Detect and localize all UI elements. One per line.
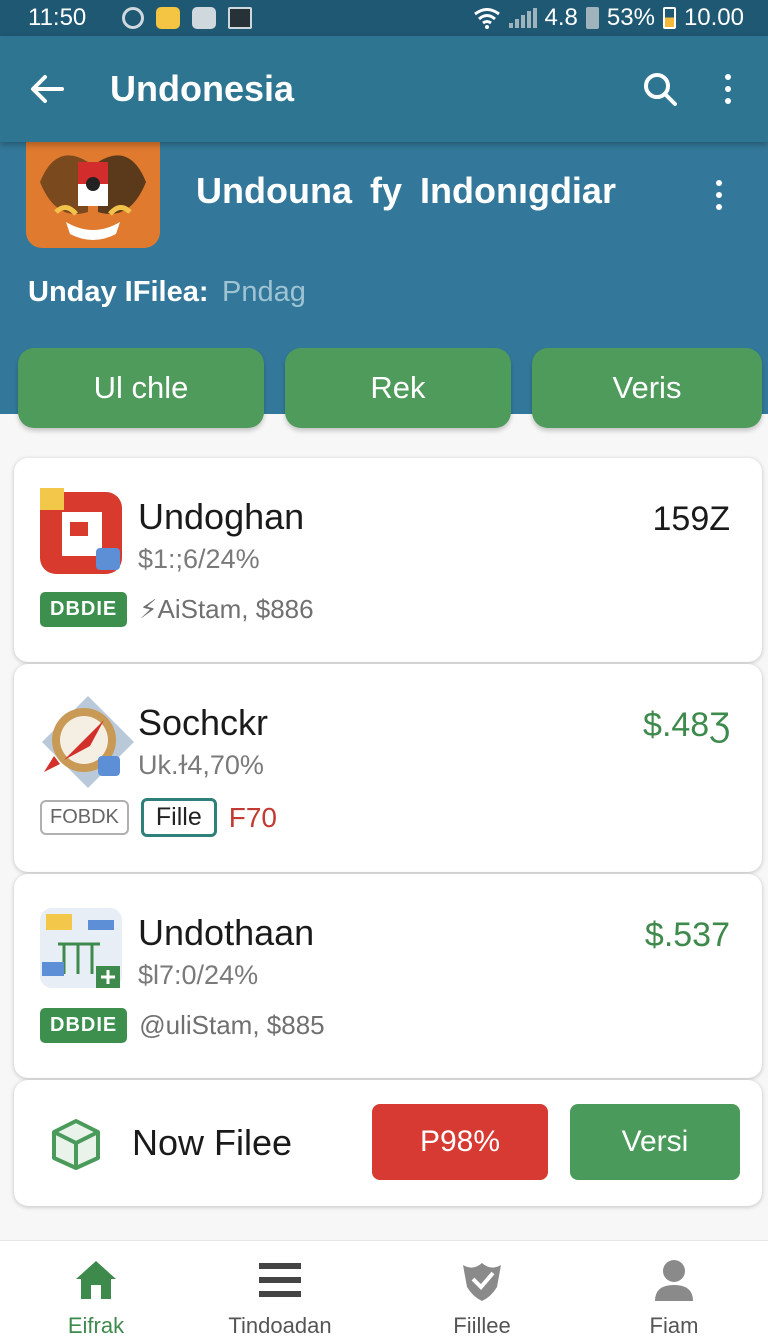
header-field-label: Unday IFilea:: [28, 276, 209, 308]
new-file-bar: Now Filee P98% Versi: [14, 1080, 762, 1206]
item-subtitle: $l7:0/24%: [138, 960, 259, 990]
item-price: $.537: [644, 916, 730, 954]
item-price: $.48Ʒ: [643, 706, 730, 744]
nav-home[interactable]: Eifrak: [0, 1241, 192, 1344]
app-bar: Undonesia: [0, 36, 768, 142]
status-badge: DBDIE: [40, 1008, 128, 1043]
document-app-icon: [40, 488, 136, 584]
item-tags: DBDIE @uliStam, $885: [40, 1008, 325, 1043]
signal-icon: [508, 8, 537, 28]
search-icon: [644, 73, 677, 106]
status-right: 4.8 53% 10.00: [473, 4, 744, 32]
shield-icon: [463, 1263, 501, 1301]
back-button[interactable]: [30, 72, 64, 106]
nav-list[interactable]: Tindoadan: [184, 1241, 376, 1344]
nav-profile[interactable]: Fiam: [578, 1241, 768, 1344]
item-price: 159Z: [652, 500, 731, 538]
header-title: Undouna fy Indonıgdiar: [196, 170, 616, 211]
arrow-left-icon: [31, 75, 64, 103]
nav-label: Tindoadan: [228, 1313, 332, 1338]
cube-icon: [50, 1118, 102, 1170]
compass-app-icon: [40, 694, 136, 790]
nav-label: Eifrak: [67, 1313, 125, 1338]
list-item[interactable]: Sochckr Uk.ɫ4,70% $.48Ʒ FOBDK Fille F70: [14, 664, 762, 872]
status-bar: 11:50 4.8 53% 10.00: [0, 0, 768, 36]
wifi-icon: [473, 8, 500, 29]
action-buttons: Ul chle Rek Veris: [0, 348, 768, 428]
nav-label: Fiam: [649, 1313, 699, 1338]
file-tag[interactable]: Fille: [140, 798, 217, 837]
bottom-navigation: Eifrak Tindoadan Fiillee Fiam: [0, 1240, 768, 1344]
list-item[interactable]: Undoghan $1:;6/24% 159Z DBDIE ⚡AiStam, $…: [14, 458, 762, 662]
item-tags: FOBDK Fille F70: [40, 798, 277, 837]
action-button-3[interactable]: Veris: [532, 348, 762, 428]
item-subtitle: Uk.ɫ4,70%: [138, 750, 264, 780]
header-field-value: Pndag: [222, 276, 306, 308]
overflow-menu-button[interactable]: [724, 74, 732, 104]
image-notification-icon: [228, 7, 253, 29]
garuda-emblem-icon: [40, 155, 146, 240]
app-notification-icon: [156, 7, 181, 29]
more-vert-icon: [716, 180, 722, 186]
notification-icons: [122, 7, 253, 29]
spreadsheet-app-icon: [40, 904, 136, 1000]
emblem-logo: [26, 142, 160, 248]
action-button-1[interactable]: Ul chle: [18, 348, 264, 428]
item-name: Sochckr: [138, 702, 269, 743]
more-vert-icon: [725, 74, 731, 80]
item-meta: ⚡AiStam, $886: [139, 594, 314, 624]
header-more-button[interactable]: [716, 180, 722, 210]
item-tags: DBDIE ⚡AiStam, $886: [40, 592, 314, 627]
nav-label: Fiillee: [453, 1313, 511, 1338]
item-name: Undoghan: [138, 496, 305, 537]
new-file-label: Now Filee: [132, 1122, 293, 1163]
primary-action-button[interactable]: P98%: [372, 1104, 548, 1180]
home-icon: [76, 1261, 116, 1299]
action-button-2[interactable]: Rek: [285, 348, 511, 428]
search-button[interactable]: [642, 71, 678, 107]
item-meta: @uliStam, $885: [139, 1010, 325, 1040]
bluetooth-icon: [192, 7, 217, 29]
battery-percent: 53%: [606, 4, 655, 31]
network-speed: 4.8: [544, 4, 578, 31]
status-time: 11:50: [28, 4, 87, 31]
item-subtitle: $1:;6/24%: [138, 544, 260, 574]
settings-notification-icon: [122, 7, 145, 29]
battery-icon-secondary: [585, 7, 599, 29]
category-badge: FOBDK: [40, 800, 129, 835]
person-icon: [655, 1260, 693, 1301]
status-badge: DBDIE: [40, 592, 128, 627]
version-button[interactable]: Versi: [570, 1104, 740, 1180]
battery-value: 10.00: [683, 4, 744, 31]
item-extra: F70: [228, 801, 277, 833]
battery-icon: [662, 7, 676, 29]
item-name: Undothaan: [138, 912, 315, 953]
nav-files[interactable]: Fiillee: [386, 1241, 578, 1344]
list-icon: [259, 1263, 301, 1297]
page-title: Undonesia: [110, 68, 295, 109]
list-item[interactable]: Undothaan $l7:0/24% $.537 DBDIE @uliStam…: [14, 874, 762, 1078]
